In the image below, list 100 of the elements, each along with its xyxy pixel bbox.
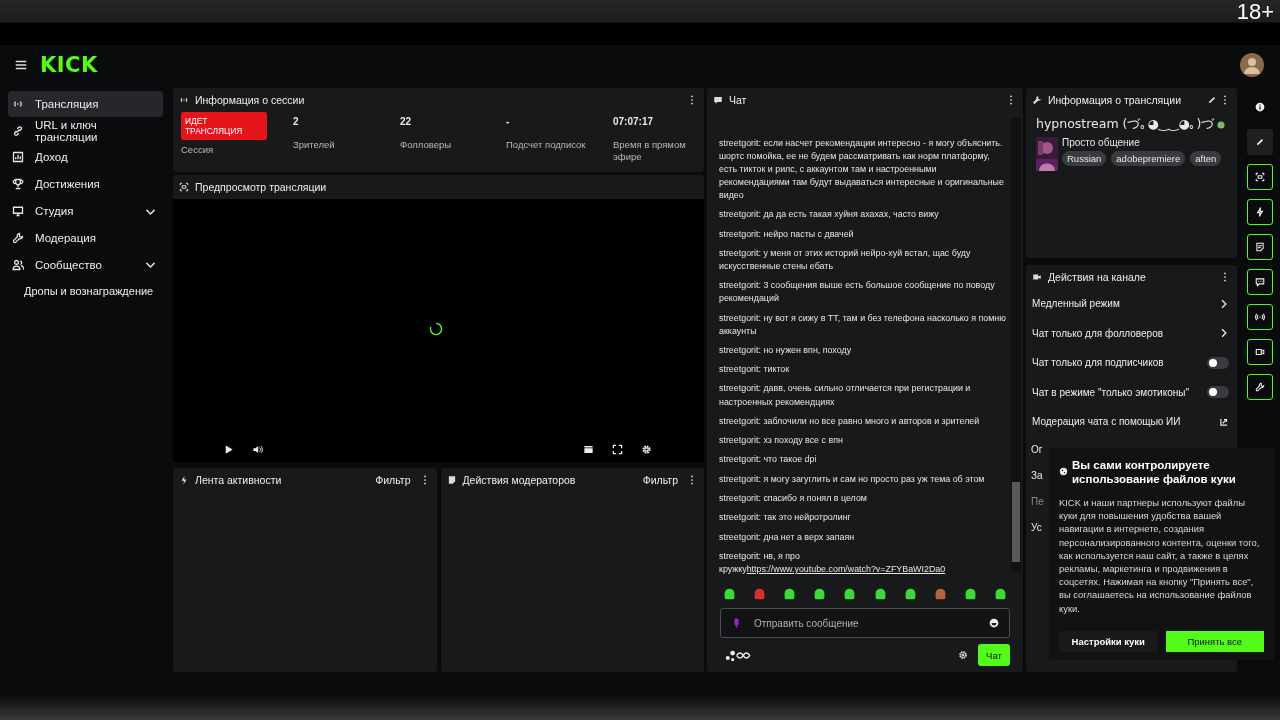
send-button[interactable]: Чат bbox=[978, 644, 1010, 666]
tag[interactable]: aften bbox=[1190, 151, 1222, 166]
people-icon bbox=[12, 258, 24, 271]
panel-toggle-button[interactable] bbox=[1247, 339, 1273, 365]
chevron-right-icon[interactable] bbox=[1219, 297, 1229, 310]
points-icon[interactable] bbox=[724, 648, 751, 662]
emote-icon[interactable] bbox=[813, 586, 827, 600]
sidebar-item[interactable]: Трансляция bbox=[8, 91, 163, 117]
chat-input-bar[interactable]: Отправить сообщение bbox=[720, 608, 1010, 638]
chat-message: streetgorit: ну вот я сижу в ТТ, там и без телефона насколько я помню аккаунты bbox=[719, 311, 1007, 338]
sidebar-item[interactable]: Дропы и вознаграждение bbox=[8, 278, 163, 305]
edit-button[interactable] bbox=[1247, 129, 1273, 155]
chevron-right-icon[interactable] bbox=[1219, 327, 1229, 340]
panel-title: Лента активности bbox=[195, 474, 283, 486]
pencil-icon bbox=[1255, 137, 1265, 147]
theater-mode-icon[interactable] bbox=[583, 443, 594, 455]
filter-button[interactable]: Фильтр bbox=[636, 474, 684, 486]
filter-button[interactable]: Фильтр bbox=[369, 474, 417, 486]
panel-toggle-button[interactable] bbox=[1247, 304, 1273, 330]
settings-icon[interactable] bbox=[958, 650, 968, 660]
toggle-switch[interactable] bbox=[1207, 356, 1229, 369]
tag[interactable]: adobepremiere bbox=[1111, 151, 1186, 166]
more-icon[interactable] bbox=[690, 95, 694, 105]
more-icon[interactable] bbox=[1009, 95, 1013, 105]
scrollbar[interactable] bbox=[1011, 118, 1021, 572]
focus-frame-icon bbox=[179, 182, 189, 192]
emote-icon[interactable] bbox=[843, 586, 857, 600]
avatar[interactable] bbox=[1240, 53, 1264, 77]
panel-title: Информация о трансляции bbox=[1048, 94, 1183, 106]
pencil-icon[interactable] bbox=[1207, 95, 1217, 105]
emote-icon[interactable] bbox=[723, 586, 736, 600]
chat-message: streetgorit: да да есть такая хуйня ахахах, часто вижу bbox=[719, 208, 940, 222]
chat-message: streetgorit: если насчет рекомендации интересно - я могу объяснить. шортс помойка, ее не будем рассматривать как норм платформу, есть тикток и рилс, с аккаунтом там и настроенными рекомендациями там будут выдаваться интересные и оригинальные видео bbox=[719, 136, 1005, 202]
accept-button[interactable]: Принять все bbox=[1165, 631, 1264, 652]
broadcast-icon bbox=[179, 95, 189, 105]
sidebar-item[interactable]: URL и ключ трансляции bbox=[8, 117, 163, 144]
stat-label: Зрителей bbox=[293, 139, 336, 151]
panel-toggle-button[interactable] bbox=[1247, 164, 1273, 190]
chat-message: streetgorit: спасибо я понял в целом bbox=[719, 491, 868, 505]
stat-value: - bbox=[506, 116, 511, 127]
wrench-icon bbox=[12, 231, 24, 244]
emoji-icon bbox=[1217, 120, 1226, 129]
link-icon bbox=[12, 124, 24, 137]
note-icon bbox=[1255, 242, 1265, 252]
stat-label: Время в прямом эфире bbox=[613, 139, 687, 163]
emote-icon[interactable] bbox=[903, 586, 917, 600]
emote-icon[interactable] bbox=[963, 586, 977, 600]
sidebar-item[interactable]: Модерация bbox=[8, 225, 163, 251]
age-rating: 18+ bbox=[1236, 0, 1275, 24]
chat-message: streetgorit: что такое dpi bbox=[719, 453, 818, 467]
chart-icon bbox=[12, 151, 24, 164]
channel-action[interactable]: Чат в режиме "только эмотиконы" bbox=[1032, 386, 1201, 398]
camera-icon bbox=[1032, 272, 1042, 282]
toggle-switch[interactable] bbox=[1207, 386, 1229, 399]
play-icon[interactable] bbox=[223, 443, 234, 455]
message-input[interactable]: Отправить сообщение bbox=[754, 617, 977, 629]
sidebar-item[interactable]: Студия bbox=[8, 198, 163, 224]
logo[interactable]: KICK bbox=[40, 53, 98, 77]
panel-title: Действия модераторов bbox=[462, 474, 577, 486]
more-icon[interactable] bbox=[1223, 272, 1227, 282]
panel-title: Предпросмотр трансляции bbox=[195, 181, 328, 193]
stat-label: Сессия bbox=[181, 144, 215, 156]
stream-title: hypnostream (づ｡◕‿‿◕｡)づ bbox=[1036, 116, 1215, 133]
volume-icon[interactable] bbox=[252, 443, 263, 455]
stat-label: Фолловеры bbox=[400, 139, 453, 151]
channel-action[interactable]: Модерация чата с помощью ИИ bbox=[1032, 416, 1213, 428]
more-icon[interactable] bbox=[1223, 95, 1227, 105]
sidebar-item[interactable]: Сообщество bbox=[8, 251, 163, 278]
settings-icon[interactable] bbox=[641, 443, 652, 455]
more-icon[interactable] bbox=[690, 475, 694, 485]
fullscreen-icon[interactable] bbox=[612, 443, 623, 455]
panel-toggle-button[interactable] bbox=[1247, 199, 1273, 225]
menu-icon[interactable] bbox=[14, 58, 28, 72]
channel-action[interactable]: Чат только для подписчиков bbox=[1032, 357, 1201, 369]
popup-title: Вы сами контролируете использование файлов куки bbox=[1072, 458, 1237, 486]
panel-toggle-button[interactable] bbox=[1247, 269, 1273, 295]
lightning-icon bbox=[1255, 207, 1265, 217]
link[interactable]: https://www.youtube.com/watch?v=ZFYBaWI2Da0 bbox=[746, 563, 946, 574]
category-link[interactable]: Просто общение bbox=[1062, 137, 1222, 148]
panel-toggle-button[interactable] bbox=[1247, 374, 1273, 400]
emote-icon[interactable] bbox=[783, 586, 797, 600]
chat-message: streetgorit: нв, я про кружкуhttps://www.youtube.com/watch?v=ZFYBaWI2Da0 bbox=[719, 549, 947, 576]
sidebar-item[interactable]: Достижения bbox=[8, 171, 163, 198]
panel-toggle-button[interactable] bbox=[1247, 234, 1273, 260]
focus-frame-icon bbox=[1255, 172, 1265, 182]
channel-action[interactable]: Чат только для фолловеров bbox=[1032, 327, 1213, 339]
more-icon[interactable] bbox=[422, 475, 427, 485]
channel-action[interactable]: Медленный режим bbox=[1032, 298, 1213, 310]
note-icon bbox=[446, 475, 457, 485]
cookie-icon bbox=[1059, 467, 1068, 476]
emote-icon[interactable] bbox=[873, 586, 887, 600]
emote-icon[interactable] bbox=[994, 586, 1007, 600]
tag[interactable]: Russian bbox=[1062, 151, 1107, 166]
loading-spinner bbox=[429, 322, 443, 336]
chat-message: streetgorit: 3 сообщения выше есть большое сообщение по поводу рекомендаций bbox=[719, 279, 996, 306]
emote-icon[interactable] bbox=[933, 586, 947, 600]
sidebar-item[interactable]: Доход bbox=[8, 144, 163, 171]
microphone-icon[interactable] bbox=[731, 616, 742, 630]
cookie-settings-button[interactable]: Настройки куки bbox=[1059, 631, 1158, 652]
emoji-icon[interactable] bbox=[989, 618, 999, 628]
